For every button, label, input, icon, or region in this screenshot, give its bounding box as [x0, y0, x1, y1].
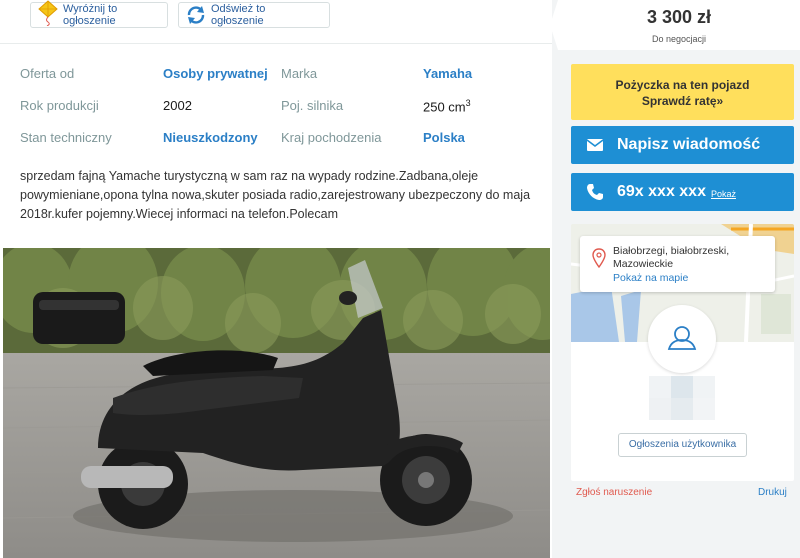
avatar[interactable]	[648, 305, 716, 373]
show-on-map-link[interactable]: Pokaż na mapie	[613, 272, 688, 284]
price-amount: 3 300 zł	[646, 7, 712, 27]
refresh-ad-label: Odśwież to ogłoszenie	[211, 3, 266, 27]
user-icon	[654, 311, 710, 367]
param-value-year: 2002	[163, 98, 192, 113]
phone-number-masked: 69x xxx xxx	[617, 183, 706, 200]
ad-description: sprzedam fajną Yamache turystyczną w sam…	[20, 169, 531, 221]
param-row: Stan techniczny Nieuszkodzony Kraj pocho…	[20, 130, 540, 150]
loan-banner[interactable]: Pożyczka na ten pojazd Sprawdź ratę»	[571, 64, 794, 120]
param-label-country: Kraj pochodzenia	[281, 130, 382, 145]
ad-main-column: Wyróżnij to ogłoszenie Odśwież to ogłosz…	[0, 0, 552, 558]
refresh-icon	[185, 4, 207, 26]
price-box: 3 300 zł Do negocjacji	[550, 0, 800, 50]
param-row: Rok produkcji 2002 Poj. silnika 250 cm3	[20, 98, 540, 118]
highlight-ad-label: Wyróżnij to ogłoszenie	[63, 3, 118, 27]
loan-check-rate-link: Sprawdź ratę»	[641, 94, 724, 108]
envelope-icon	[585, 135, 605, 155]
param-label-offer-from: Oferta od	[20, 66, 75, 81]
ad-actions-bar: Wyróżnij to ogłoszenie Odśwież to ogłosz…	[0, 0, 552, 44]
param-value-brand[interactable]: Yamaha	[423, 66, 472, 81]
phone-icon	[585, 182, 605, 202]
highlight-ad-button[interactable]: Wyróżnij to ogłoszenie	[30, 0, 168, 28]
refresh-ad-button[interactable]: Odśwież to ogłoszenie	[178, 2, 330, 28]
param-value-condition[interactable]: Nieuszkodzony	[163, 130, 258, 145]
send-message-label: Napisz wiadomość	[617, 136, 761, 153]
param-label-engine: Poj. silnika	[281, 98, 344, 113]
report-abuse-link[interactable]: Zgłoś naruszenie	[576, 487, 652, 498]
location-line-1: Białobrzegi, białobrzeski,	[613, 245, 730, 257]
param-label-year: Rok produkcji	[20, 98, 99, 113]
engine-unit-superscript: 3	[465, 98, 471, 108]
map-pin-icon	[592, 248, 606, 269]
param-value-engine: 250 cm3	[423, 98, 471, 114]
show-phone-button[interactable]: 69x xxx xxx Pokaż	[571, 173, 794, 211]
user-ads-button[interactable]: Ogłoszenia użytkownika	[618, 433, 747, 457]
param-value-offer-from[interactable]: Osoby prywatnej	[163, 66, 268, 81]
scooter-photo-illustration	[3, 248, 550, 558]
param-label-brand: Marka	[281, 66, 318, 81]
kite-icon	[37, 0, 59, 27]
send-message-button[interactable]: Napisz wiadomość	[571, 126, 794, 164]
location-line-2: Mazowieckie	[613, 258, 674, 270]
seller-card: Białobrzegi, białobrzeski, Mazowieckie P…	[571, 224, 794, 481]
param-row: Oferta od Osoby prywatnej Marka Yamaha	[20, 66, 540, 86]
engine-value-text: 250 cm	[423, 99, 466, 115]
ad-photo[interactable]	[3, 248, 550, 558]
location-card: Białobrzegi, białobrzeski, Mazowieckie P…	[580, 236, 775, 292]
seller-name-blurred	[649, 376, 715, 420]
loan-title: Pożyczka na ten pojazd	[615, 78, 750, 92]
price-negotiable-note: Do negocjacji	[651, 34, 707, 44]
location-text: Białobrzegi, białobrzeski, Mazowieckie	[613, 245, 773, 271]
param-label-condition: Stan techniczny	[20, 130, 112, 145]
show-phone-link[interactable]: Pokaż	[711, 189, 736, 199]
param-value-country[interactable]: Polska	[423, 130, 465, 145]
print-link[interactable]: Drukuj	[758, 487, 787, 498]
